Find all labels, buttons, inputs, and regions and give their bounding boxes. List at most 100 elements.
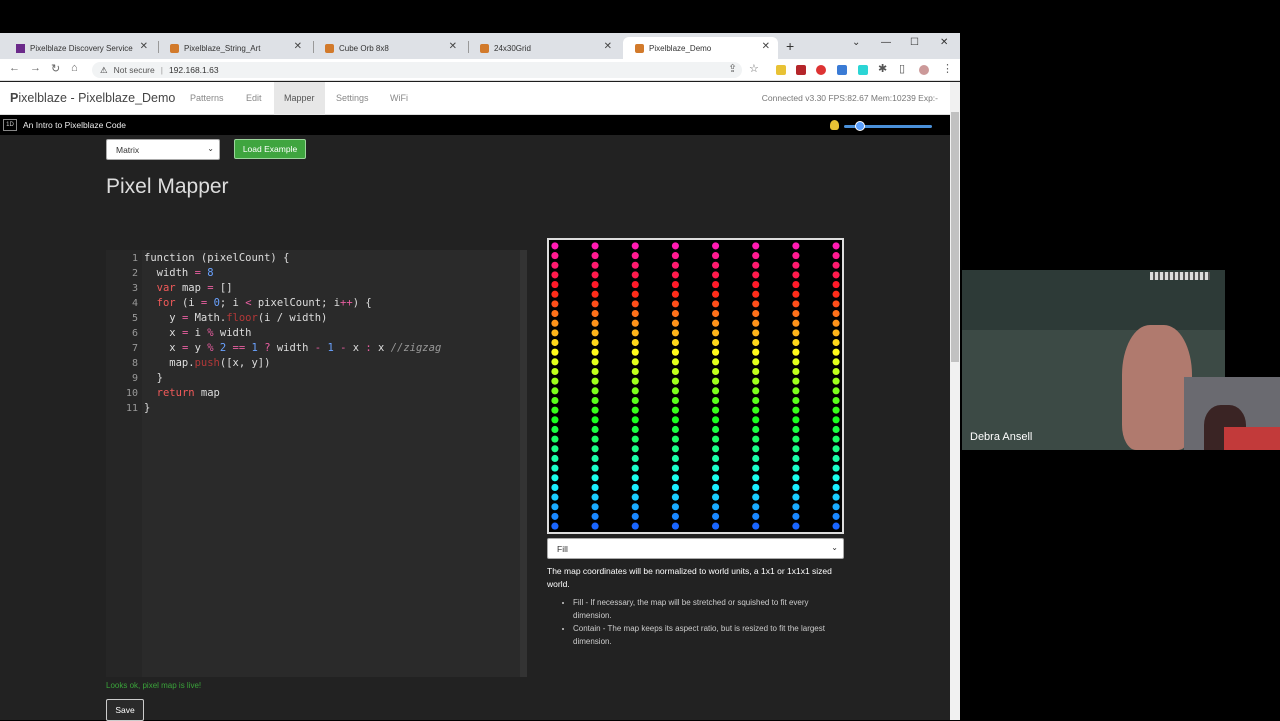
normalization-description: The map coordinates will be normalized t… <box>547 566 832 589</box>
example-select[interactable]: Matrix ⌄ <box>106 139 220 160</box>
close-icon[interactable]: ✕ <box>140 41 148 52</box>
tab-string-art[interactable]: Pixelblaze_String_Art ✕ <box>158 37 310 59</box>
pixel-dot <box>551 309 559 318</box>
load-example-button[interactable]: Load Example <box>234 139 306 159</box>
pixel-dot <box>792 503 800 511</box>
save-button[interactable]: Save <box>106 699 144 721</box>
tab-discovery[interactable]: Pixelblaze Discovery Service ✕ <box>4 37 156 59</box>
pixel-dot <box>551 483 559 491</box>
tab-label: 24x30Grid <box>494 43 531 53</box>
pixel-dot <box>631 319 639 327</box>
brightness-slider-thumb[interactable] <box>855 121 866 131</box>
menu-icon[interactable]: ⋮ <box>942 62 953 75</box>
forward-icon[interactable]: → <box>30 62 41 74</box>
home-icon[interactable]: ⌂ <box>71 62 78 74</box>
tab-label: Pixelblaze Discovery Service <box>30 43 133 53</box>
app-logo[interactable]: Pixelblaze - Pixelblaze_Demo <box>10 91 175 105</box>
pixel-dot <box>832 290 840 298</box>
pixel-dot <box>792 464 800 472</box>
pixel-dot <box>591 493 599 501</box>
pixel-dot <box>551 367 559 376</box>
pixel-dot <box>591 416 599 424</box>
pixel-dot <box>591 309 599 318</box>
pixel-dot <box>712 406 720 414</box>
tab-search-icon[interactable]: ⌄ <box>852 37 860 48</box>
maximize-icon[interactable]: ☐ <box>910 37 919 48</box>
bookmark-star-icon[interactable]: ☆ <box>749 62 759 75</box>
nav-mapper[interactable]: Mapper <box>274 82 325 115</box>
pixel-dot <box>752 309 760 318</box>
nav-wifi[interactable]: WiFi <box>382 82 416 115</box>
pixel-dot <box>591 367 599 376</box>
page-scrollbar[interactable] <box>950 82 960 720</box>
extension-icon[interactable] <box>776 65 786 75</box>
close-icon[interactable]: ✕ <box>449 41 457 52</box>
pixel-dot <box>712 309 720 318</box>
pixel-map-preview <box>547 238 844 534</box>
pixel-dot <box>712 367 720 376</box>
pixel-dot <box>792 348 800 356</box>
sidepanel-icon[interactable]: ▯ <box>899 62 905 75</box>
pixel-dot <box>832 483 840 491</box>
pixel-dot <box>631 425 639 434</box>
reload-icon[interactable]: ↻ <box>51 62 60 75</box>
line-number: 3 <box>131 283 138 294</box>
pixel-dot <box>712 416 720 424</box>
pixel-dot <box>832 454 840 463</box>
line-number: 1 <box>131 253 138 264</box>
pixel-dot <box>712 522 720 530</box>
window-close-icon[interactable]: ✕ <box>940 37 948 48</box>
pixel-dot <box>591 271 599 279</box>
pixel-dot <box>551 464 559 472</box>
extension-icon[interactable] <box>796 65 806 75</box>
extension-icon[interactable] <box>858 65 868 75</box>
pixel-dot <box>671 281 679 289</box>
pixel-dot <box>752 329 760 337</box>
new-tab-button[interactable]: + <box>786 38 794 54</box>
tab-grid[interactable]: 24x30Grid ✕ <box>468 37 620 59</box>
avatar[interactable] <box>919 65 929 75</box>
pixel-dot <box>671 503 679 511</box>
code-editor[interactable]: 1 2 3 4 5 6 7 8 9 10 11 function (pixelCount) { wi… <box>106 250 527 677</box>
pixel-dot <box>591 387 599 395</box>
share-icon[interactable]: ⇪ <box>728 62 737 75</box>
pixel-dot <box>712 445 720 453</box>
close-icon[interactable]: ✕ <box>604 41 612 52</box>
extension-icon[interactable] <box>837 65 847 75</box>
url-field[interactable]: ⚠ Not secure | 192.168.1.63 <box>92 62 742 78</box>
pixel-dot <box>752 522 760 530</box>
back-icon[interactable]: ← <box>9 62 20 74</box>
pixel-dot <box>712 261 720 269</box>
pixel-dot <box>591 454 599 463</box>
pixel-dot <box>792 425 800 434</box>
participant-name: Debra Ansell <box>970 431 1033 443</box>
minimize-icon[interactable]: — <box>881 37 891 48</box>
pixel-dot <box>712 281 720 289</box>
pixel-dot <box>712 396 720 405</box>
pixel-dot <box>591 348 599 356</box>
close-icon[interactable]: ✕ <box>762 41 770 52</box>
line-number-gutter: 1 2 3 4 5 6 7 8 9 10 11 <box>106 250 142 677</box>
line-number: 10 <box>125 388 138 399</box>
nav-edit[interactable]: Edit <box>238 82 270 115</box>
tab-cube-orb[interactable]: Cube Orb 8x8 ✕ <box>313 37 465 59</box>
tab-demo[interactable]: Pixelblaze_Demo ✕ <box>623 37 778 59</box>
pixel-dot <box>631 377 639 385</box>
nav-settings[interactable]: Settings <box>328 82 377 115</box>
pixel-dot <box>631 464 639 472</box>
editor-scrollbar[interactable] <box>520 250 527 677</box>
pixel-dot <box>551 396 559 405</box>
pixel-dot <box>712 483 720 491</box>
favicon-icon <box>325 43 334 53</box>
fill-mode-select[interactable]: Fill ⌄ <box>547 538 844 559</box>
nav-patterns[interactable]: Patterns <box>182 82 232 115</box>
close-icon[interactable]: ✕ <box>294 41 302 52</box>
pixel-dot <box>551 281 559 289</box>
favicon-icon <box>480 43 489 53</box>
dimension-badge: 1D <box>3 119 17 131</box>
extension-icon[interactable] <box>816 65 826 75</box>
pixel-dot <box>631 474 639 482</box>
page-scrollbar-thumb[interactable] <box>951 112 959 362</box>
puzzle-icon[interactable]: ✱ <box>878 62 887 75</box>
pixel-dot <box>631 493 639 501</box>
